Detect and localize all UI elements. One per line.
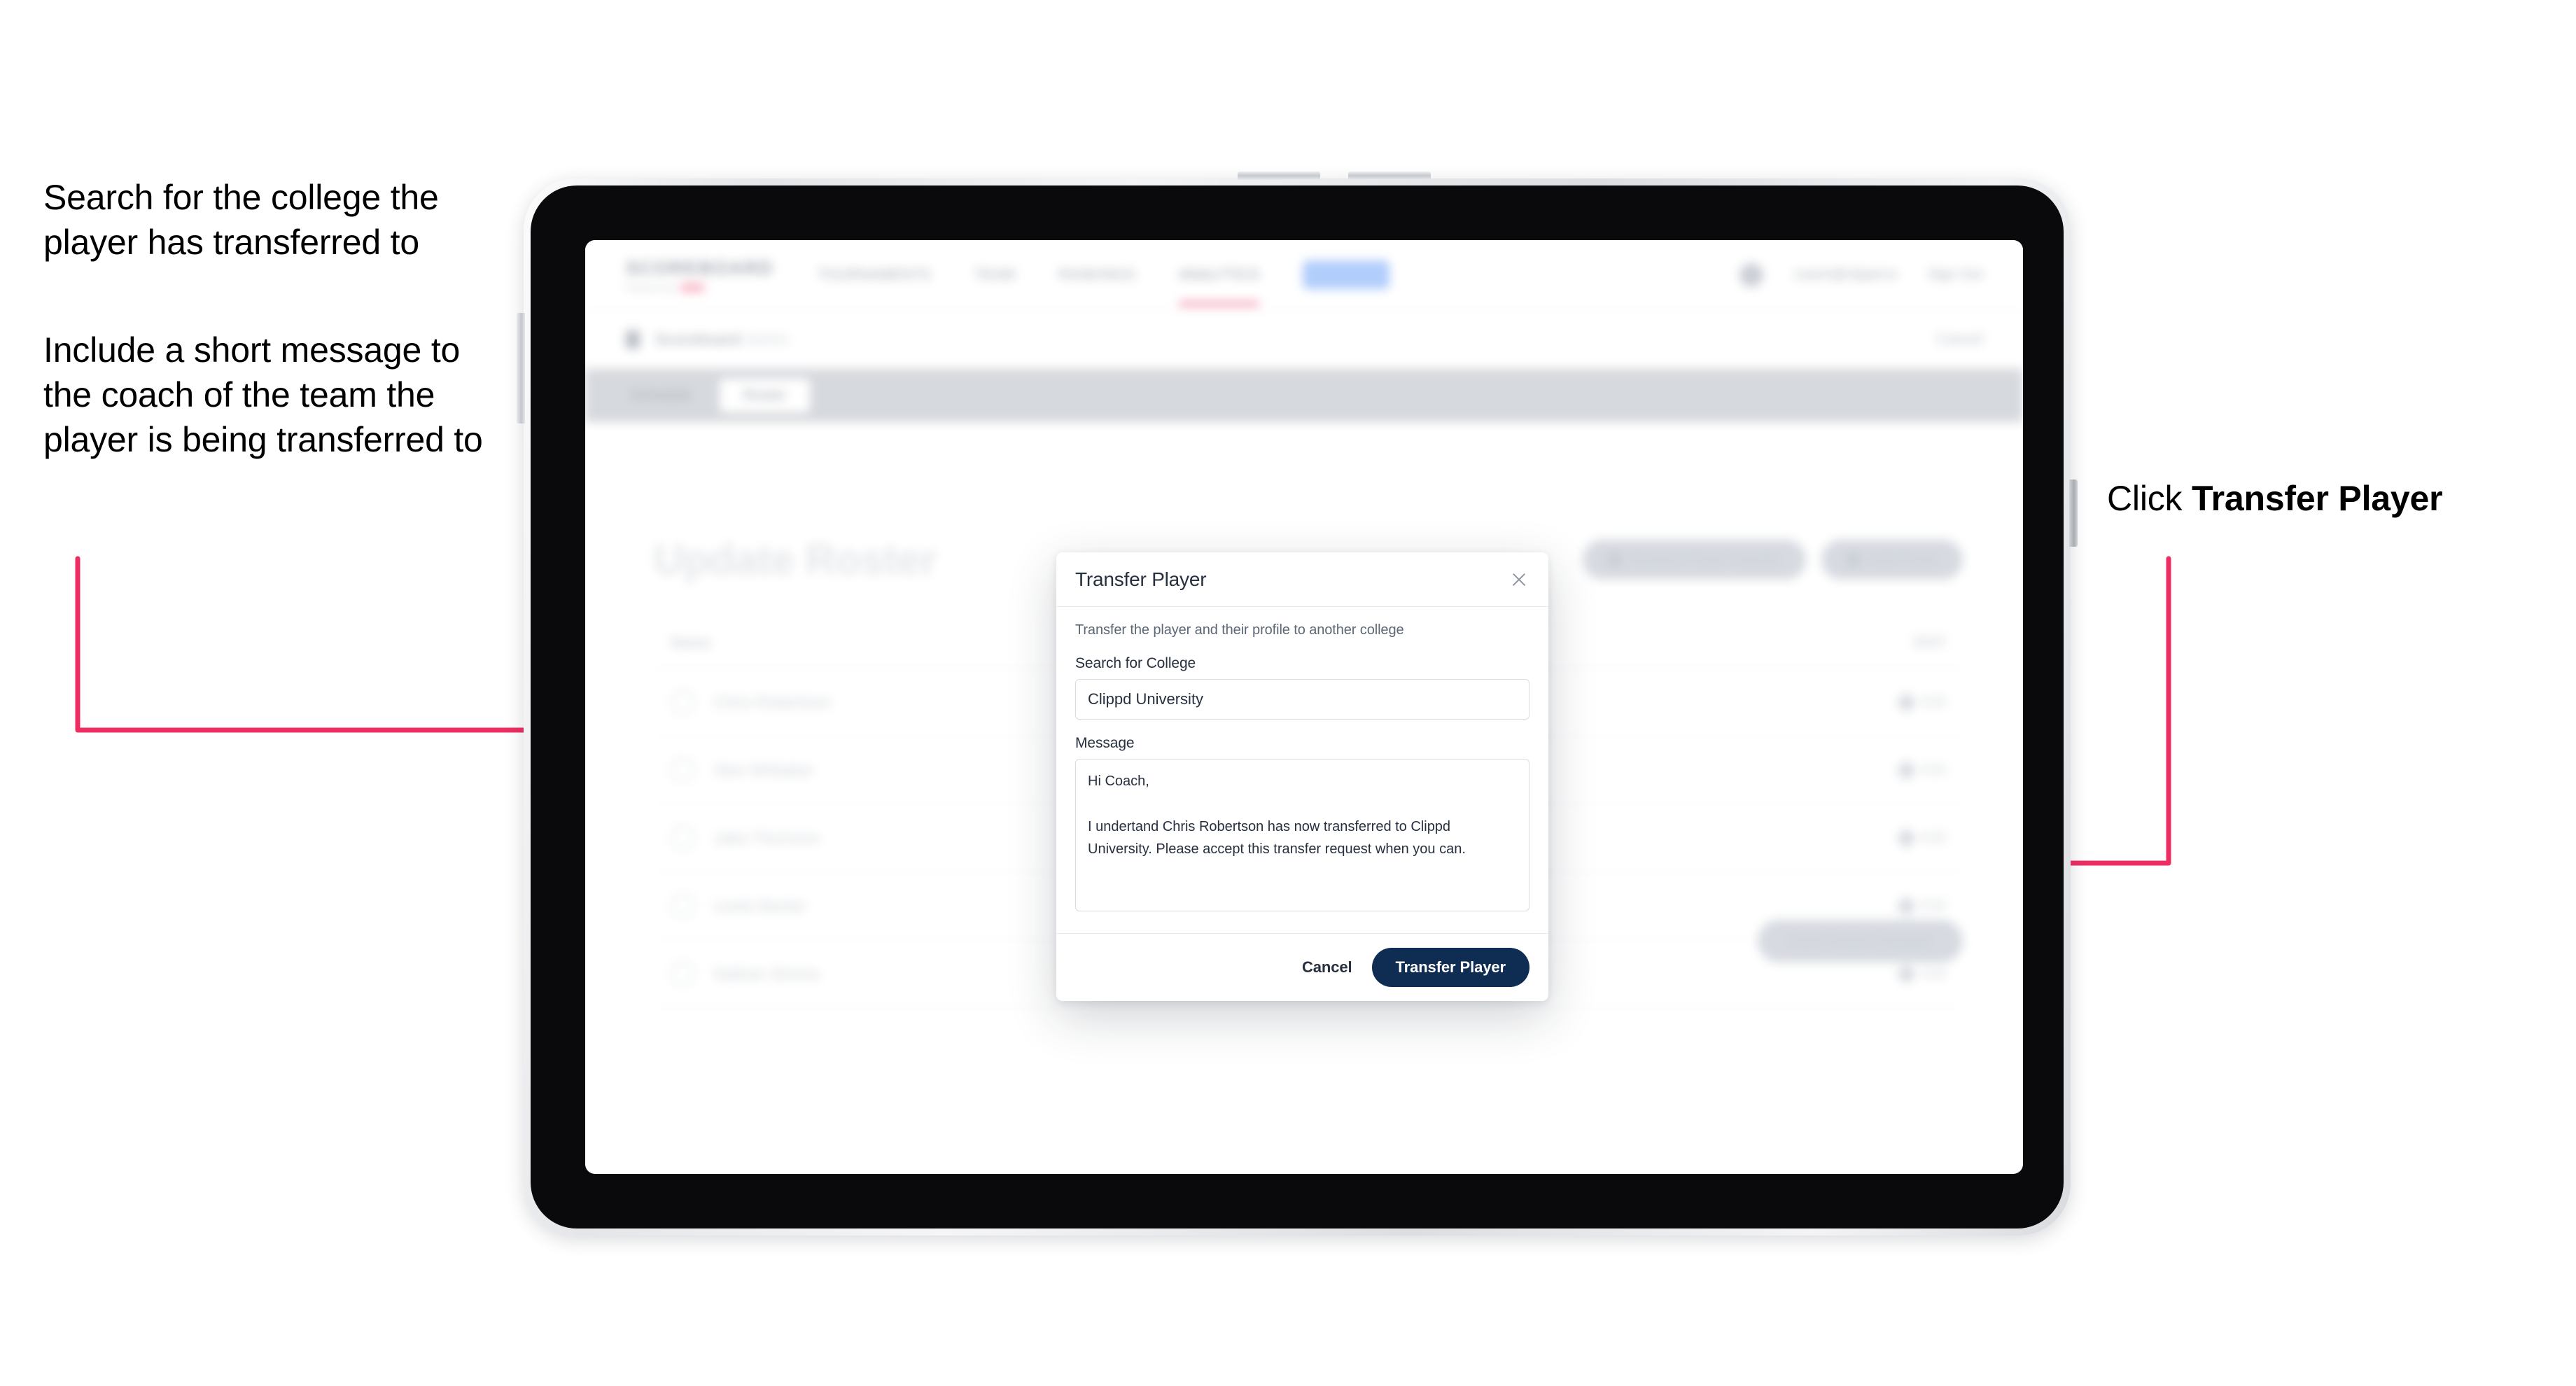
college-field-label: Search for College [1075,655,1196,671]
screenshot-canvas: Search for the college the player has tr… [0,0,2576,1386]
college-field-group: Search for College [1075,655,1530,720]
message-textarea[interactable]: Hi Coach, I undertand Chris Robertson ha… [1075,759,1530,911]
volume-down-button[interactable] [1348,172,1431,180]
tablet-screen: SCOREBOARD Powered by TOURNAMENTS TEAM R… [585,240,2023,1174]
annotation-search-college: Search for the college the player has tr… [43,178,439,262]
power-button[interactable] [517,313,525,424]
tablet-bezel: SCOREBOARD Powered by TOURNAMENTS TEAM R… [531,186,2064,1228]
annotation-click-prefix: Click [2107,479,2192,518]
dialog-description: Transfer the player and their profile to… [1075,622,1404,638]
search-college-input[interactable] [1075,679,1530,720]
transfer-player-button[interactable]: Transfer Player [1371,948,1530,987]
dialog-header: Transfer Player [1056,552,1548,607]
annotation-click-transfer: Click Transfer Player [2107,476,2541,521]
dialog-body: Transfer the player and their profile to… [1056,607,1548,933]
message-field-label: Message [1075,735,1135,751]
annotation-include-message: Include a short message to the coach of … [43,330,483,459]
dialog-footer: Cancel Transfer Player [1056,933,1548,1001]
cancel-button[interactable]: Cancel [1302,958,1352,976]
annotation-click-emphasis: Transfer Player [2192,479,2443,518]
volume-up-button[interactable] [1238,172,1320,180]
message-field-group: Message Hi Coach, I undertand Chris Robe… [1075,735,1530,915]
dialog-title: Transfer Player [1075,568,1207,590]
transfer-player-dialog: Transfer Player Transfer the player and … [1056,552,1548,1001]
side-connector [2069,479,2078,547]
close-icon[interactable] [1508,569,1530,590]
tablet-device-frame: SCOREBOARD Powered by TOURNAMENTS TEAM R… [517,172,2078,1236]
